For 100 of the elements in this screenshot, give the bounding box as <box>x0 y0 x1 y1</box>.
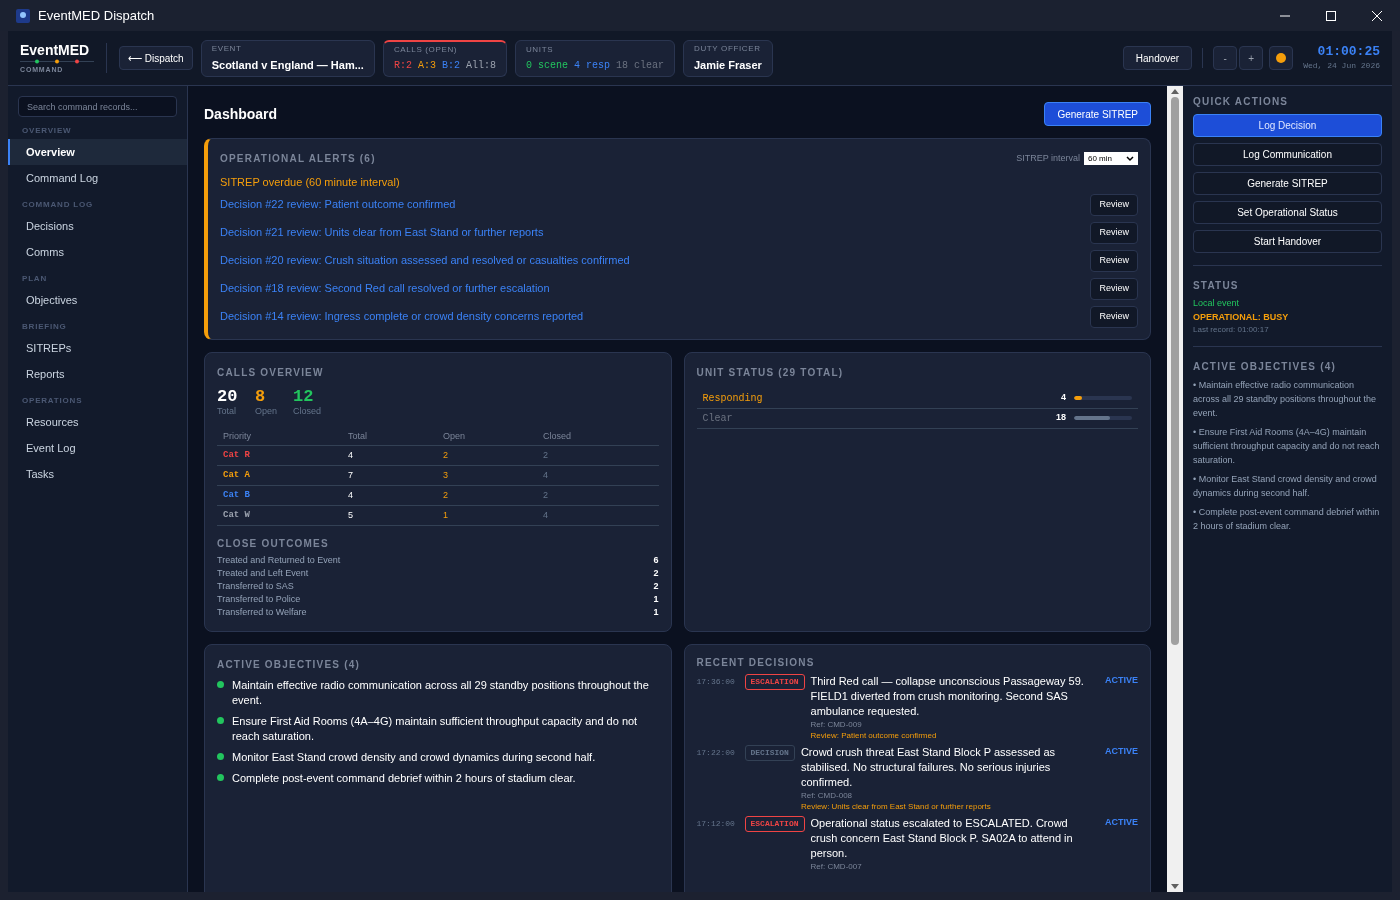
tile-value: Scotland v England — Ham... <box>211 57 364 73</box>
section-heading: OPERATIONAL ALERTS (6) <box>220 152 376 166</box>
total-label: Total <box>217 404 237 418</box>
objective-text: • Complete post-event command debrief within 2 hours of stadium clear. <box>1193 506 1381 533</box>
zoom-in-button[interactable]: + <box>1239 46 1264 70</box>
alert-link[interactable]: Decision #14 review: Ingress complete or crowd density concerns reported <box>220 308 584 325</box>
generate-sitrep-button[interactable]: Generate SITREP <box>1044 102 1151 126</box>
alert-link[interactable]: Decision #22 review: Patient outcome confirmed <box>220 196 456 213</box>
nav-item[interactable]: Overview <box>8 139 187 165</box>
quick-action-button[interactable]: Start Handover <box>1193 230 1382 253</box>
scroll-up-icon[interactable] <box>1171 88 1179 94</box>
tile-value: Jamie Fraser <box>694 57 762 73</box>
outcome-count: 2 <box>653 579 659 593</box>
nav-item[interactable]: Event Log <box>8 435 187 461</box>
tile-label: UNITS <box>525 43 555 56</box>
table-cell-text: 2 <box>543 448 549 462</box>
decision-status: ACTIVE <box>1105 816 1138 829</box>
outcome-count: 1 <box>653 592 659 606</box>
review-button[interactable]: Review <box>1090 221 1138 244</box>
tile-label: CALLS (OPEN) <box>393 44 459 56</box>
review-button[interactable]: Review <box>1090 193 1138 216</box>
section-heading: CLOSE OUTCOMES <box>217 537 330 551</box>
column-header: Total <box>348 429 368 443</box>
section-heading: RECENT DECISIONS <box>696 656 816 670</box>
decision-review: Review: Patient outcome confirmed <box>810 730 938 741</box>
nav-item[interactable]: Comms <box>8 239 187 265</box>
unit-status-count: 4 <box>1060 391 1066 405</box>
priority-cell-text: Cat R <box>223 448 251 462</box>
theme-button[interactable] <box>1269 46 1294 70</box>
section-heading: QUICK ACTIONS <box>1193 95 1290 109</box>
objective-text: Maintain effective radio communication across all 29 standby positions throughout the event. <box>232 678 650 708</box>
column-header: Priority <box>223 429 252 443</box>
tile-value: A:3 <box>417 59 436 73</box>
priority-cell-text: Cat B <box>223 488 251 502</box>
search-field[interactable]: Search command records... <box>18 96 177 117</box>
review-button[interactable]: Review <box>1090 249 1138 272</box>
page-title: Dashboard <box>204 104 278 124</box>
chevron-down-icon <box>1126 155 1134 162</box>
review-button[interactable]: Review <box>1090 277 1138 300</box>
total-label: Closed <box>293 404 321 418</box>
quick-action-button[interactable]: Log Decision <box>1193 114 1382 137</box>
outcome-label: Transferred to Police <box>217 592 301 606</box>
handover-button[interactable]: Handover <box>1122 46 1193 70</box>
section-heading: STATUS <box>1193 279 1240 293</box>
tile-value: 4 resp <box>573 58 610 73</box>
outcome-label: Transferred to SAS <box>217 579 294 593</box>
tile-value: 0 scene <box>525 58 568 73</box>
tile-value: B:2 <box>441 59 460 73</box>
total-count: 12 <box>293 387 315 405</box>
status-dot-icon <box>217 717 224 724</box>
outcome-label: Treated and Returned to Event <box>217 553 341 567</box>
decision-text: Operational status escalated to ESCALATED. Crowd crush concern East Stand Block P. SA02A to attend in person. <box>810 816 1074 861</box>
decision-tag: DECISION <box>744 745 795 761</box>
event-scope: Local event <box>1193 297 1241 310</box>
alert-link[interactable]: Decision #18 review: Second Red call resolved or further escalation <box>220 280 550 297</box>
priority-cell-text: Cat A <box>223 468 251 482</box>
clock-date: Wed, 24 Jun 2026 <box>1303 60 1380 73</box>
decision-ref: Ref: CMD-007 <box>810 861 863 872</box>
alert-link[interactable]: Decision #21 review: Units clear from East Stand or further reports <box>220 224 544 241</box>
section-heading: PLAN <box>21 273 48 285</box>
table-cell-text: 2 <box>443 448 449 462</box>
scroll-down-icon[interactable] <box>1171 884 1179 890</box>
zoom-out-button[interactable]: - <box>1213 46 1238 70</box>
nav-item[interactable]: Objectives <box>8 287 187 313</box>
decision-status: ACTIVE <box>1105 674 1138 687</box>
status-dot-icon <box>217 774 224 781</box>
table-cell-text: 4 <box>348 488 354 502</box>
quick-action-button[interactable]: Log Communication <box>1193 143 1382 166</box>
outcome-count: 6 <box>653 553 659 567</box>
nav-item[interactable]: Command Log <box>8 165 187 191</box>
table-cell-text: 1 <box>443 508 449 522</box>
section-heading: BRIEFING <box>21 321 68 333</box>
nav-item[interactable]: Reports <box>8 361 187 387</box>
table-cell-text: 3 <box>443 468 449 482</box>
section-heading: OPERATIONS <box>21 395 84 407</box>
column-header: Closed <box>543 429 572 443</box>
interval-select[interactable]: 60 min <box>1084 152 1138 165</box>
quick-action-button[interactable]: Set Operational Status <box>1193 201 1382 224</box>
nav-item[interactable]: Tasks <box>8 461 187 487</box>
brand-name: EventMED <box>20 43 90 57</box>
nav-item[interactable]: SITREPs <box>8 335 187 361</box>
review-button[interactable]: Review <box>1090 305 1138 328</box>
table-cell-text: 7 <box>348 468 354 482</box>
quick-action-button[interactable]: Generate SITREP <box>1193 172 1382 195</box>
priority-cell-text: Cat W <box>223 508 251 522</box>
nav-item[interactable]: Resources <box>8 409 187 435</box>
window-title: EventMED Dispatch <box>38 6 155 25</box>
unit-status-count: 18 <box>1055 411 1066 425</box>
decision-ref: Ref: CMD-008 <box>800 790 854 801</box>
decision-time: 17:12:00 <box>696 818 736 830</box>
tile-value: 18 clear <box>616 58 664 73</box>
objective-text: • Maintain effective radio communication across all 29 standby positions throughout the event. <box>1193 379 1378 420</box>
scrollbar[interactable] <box>1167 86 1183 892</box>
operational-status: OPERATIONAL: BUSY <box>1193 310 1290 324</box>
alert-link[interactable]: Decision #20 review: Crush situation assessed and resolved or casualties confirmed <box>220 252 630 269</box>
nav-item[interactable]: Decisions <box>8 213 187 239</box>
outcome-label: Treated and Left Event <box>217 566 309 580</box>
decision-time: 17:36:00 <box>696 676 736 688</box>
table-cell-text: 2 <box>543 488 549 502</box>
back-button[interactable]: ⟵ Dispatch <box>119 46 193 70</box>
